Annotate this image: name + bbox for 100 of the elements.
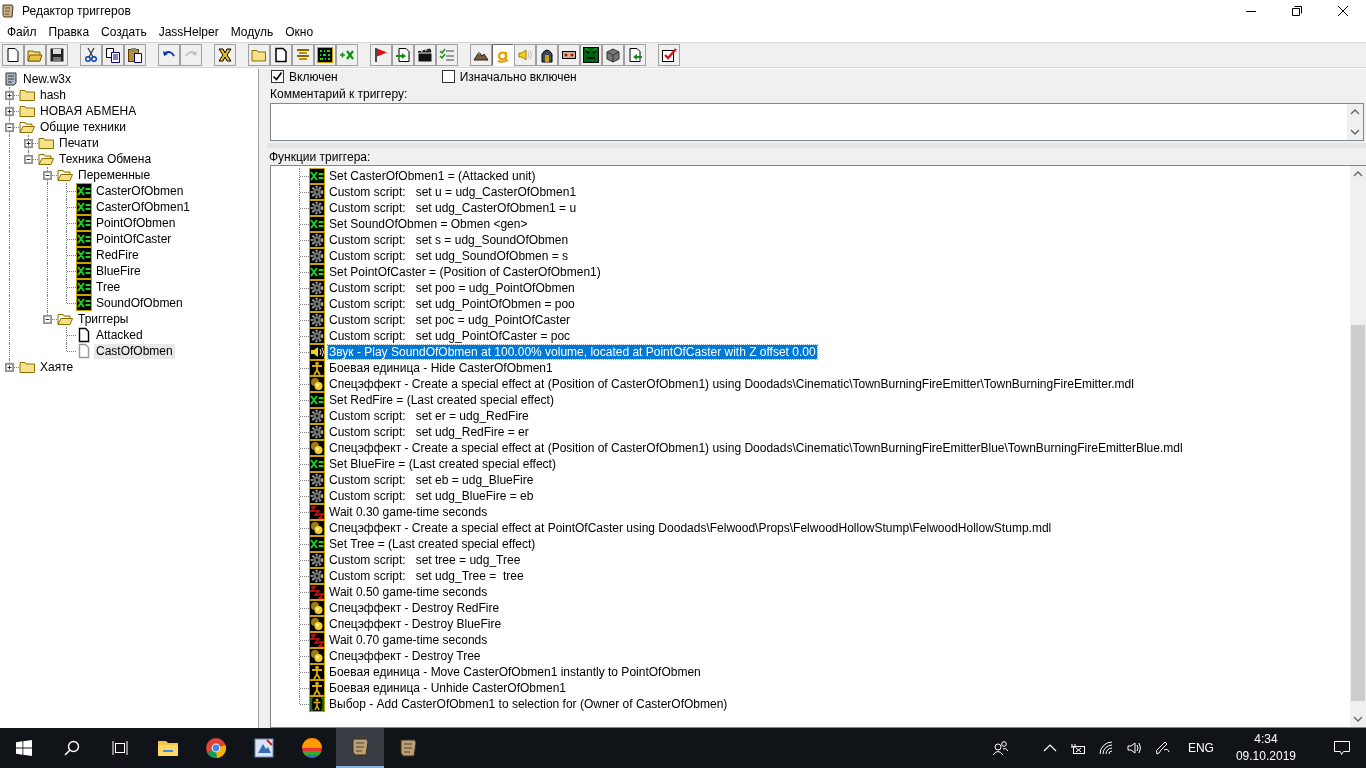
scrollbar-thumb[interactable]: [1351, 325, 1365, 701]
action-item[interactable]: Custom script: set u = udg_CasterOfObmen1: [328, 185, 578, 199]
toolbar-button[interactable]: [558, 44, 580, 66]
action-item[interactable]: Спецэффект - Create a special effect at (Position of CasterOfObmen1) using Doodads\Cinematic\TownBurningFireEmitter\TownBurningFireEmitter.mdl: [328, 377, 1135, 391]
action-item[interactable]: Wait 0.50 game-time seconds: [328, 585, 489, 599]
toolbar-button[interactable]: [536, 44, 558, 66]
toolbar-button[interactable]: [580, 44, 602, 66]
action-item[interactable]: Custom script: set udg_CasterOfObmen1 = u: [328, 201, 578, 215]
action-item[interactable]: Set CasterOfObmen1 = (Attacked unit): [328, 169, 537, 183]
expand-icon[interactable]: [5, 363, 14, 372]
tree-item[interactable]: Общие техники: [38, 119, 128, 135]
action-item[interactable]: Спецэффект - Destroy BlueFire: [328, 617, 503, 631]
tree-item[interactable]: Техника Обмена: [57, 151, 154, 167]
action-item[interactable]: Custom script: set udg_BlueFire = eb: [328, 489, 535, 503]
language-indicator[interactable]: ENG: [1187, 741, 1214, 755]
action-item[interactable]: Спецэффект - Create a special effect at PointOfCaster using Doodads\Felwood\Props\FelwoodHollowStump\FelwoodHollowStump.mdl: [328, 521, 1053, 535]
scrollbar[interactable]: [1347, 104, 1363, 140]
comment-field[interactable]: [270, 103, 1364, 141]
action-item[interactable]: Wait 0.70 game-time seconds: [328, 633, 489, 647]
action-item[interactable]: Custom script: set poc = udg_PointOfCaster: [328, 313, 572, 327]
tree-item[interactable]: PointOfCaster: [94, 231, 174, 247]
toolbar-button[interactable]: [2, 44, 24, 66]
action-item[interactable]: Боевая единица - Unhide CasterOfObmen1: [328, 681, 568, 695]
checkbox-label[interactable]: Включен: [289, 69, 338, 84]
tree-item[interactable]: PointOfObmen: [94, 215, 178, 231]
tree-item[interactable]: Печати: [57, 135, 101, 151]
action-item[interactable]: Set RedFire = (Last created special effect): [328, 393, 555, 407]
toolbar-button[interactable]: [414, 44, 436, 66]
action-item[interactable]: Спецэффект - Destroy Tree: [328, 649, 482, 663]
toolbar-button[interactable]: [270, 44, 292, 66]
search-icon: [64, 740, 80, 756]
action-item[interactable]: Custom script: set udg_Tree = tree: [328, 569, 525, 583]
tree-item[interactable]: CastOfObmen: [94, 343, 175, 359]
expand-icon[interactable]: [5, 91, 14, 100]
toolbar-button[interactable]: [370, 44, 392, 66]
tree-item[interactable]: hash: [38, 87, 69, 103]
action-item[interactable]: Set Tree = (Last created special effect): [328, 537, 537, 551]
collapse-icon[interactable]: [5, 123, 14, 132]
toolbar-button[interactable]: [602, 44, 624, 66]
tree-item[interactable]: Хаяте: [38, 359, 76, 375]
menu-item[interactable]: Файл: [1, 25, 43, 39]
expand-icon[interactable]: [5, 107, 14, 116]
taskbar-app[interactable]: [336, 728, 384, 768]
action-item[interactable]: Set SoundOfObmen = Obmen <gen>: [328, 217, 529, 231]
collapse-icon[interactable]: [43, 315, 52, 324]
toolbar-button[interactable]: [314, 44, 336, 66]
collapse-icon[interactable]: [43, 171, 52, 180]
toolbar-button[interactable]: [470, 44, 492, 66]
tree-item[interactable]: SoundOfObmen: [94, 295, 185, 311]
toolbar-button[interactable]: [102, 44, 124, 66]
action-item[interactable]: Custom script: set udg_PointOfCaster = poc: [328, 329, 572, 343]
action-item[interactable]: Боевая единица - Hide CasterOfObmen1: [328, 361, 554, 375]
checkbox[interactable]: [271, 70, 284, 83]
action-item[interactable]: Custom script: set udg_PointOfObmen = poo: [328, 297, 576, 311]
clock-time[interactable]: 4:34: [1254, 731, 1278, 748]
tree-item[interactable]: Tree: [94, 279, 123, 295]
tree-item[interactable]: New.w3x: [21, 71, 74, 87]
menu-item[interactable]: JassHelper: [152, 25, 225, 39]
toolbar-button[interactable]: [80, 44, 102, 66]
action-item[interactable]: Wait 0.30 game-time seconds: [328, 505, 489, 519]
tree-item[interactable]: НОВАЯ АБМЕНА: [38, 103, 139, 119]
tree-item[interactable]: Attacked: [94, 327, 145, 343]
action-item[interactable]: Custom script: set er = udg_RedFire: [328, 409, 530, 423]
menu-item[interactable]: Правка: [42, 25, 96, 39]
action-item[interactable]: Custom script: set tree = udg_Tree: [328, 553, 522, 567]
toolbar-button[interactable]: [124, 44, 146, 66]
action-item[interactable]: Боевая единица - Move CasterOfObmen1 instantly to PointOfObmen: [328, 665, 702, 679]
action-item[interactable]: Выбор - Add CasterOfObmen1 to selection for (Owner of CasterOfObmen): [328, 697, 729, 711]
checkbox-label[interactable]: Изначально включен: [459, 69, 577, 84]
clock-date[interactable]: 09.10.2019: [1235, 748, 1296, 765]
action-item[interactable]: Set BlueFire = (Last created special effect): [328, 457, 557, 471]
action-item[interactable]: Custom script: set udg_SoundOfObmen = s: [328, 249, 570, 263]
action-item[interactable]: Спецэффект - Destroy RedFire: [328, 601, 501, 615]
tree-item[interactable]: CasterOfObmen1: [94, 199, 193, 215]
tree-item[interactable]: RedFire: [94, 247, 141, 263]
action-item[interactable]: Set PointOfCaster = (Position of CasterOfObmen1): [328, 265, 602, 279]
tree-item[interactable]: BlueFire: [94, 263, 143, 279]
action-item[interactable]: Custom script: set eb = udg_BlueFire: [328, 473, 535, 487]
checkbox[interactable]: [441, 70, 455, 83]
action-item[interactable]: Custom script: set poo = udg_PointOfObmen: [328, 281, 576, 295]
tree-item[interactable]: Переменные: [76, 167, 153, 183]
toolbar-button[interactable]: [624, 44, 646, 66]
action-item[interactable]: Спецэффект - Create a special effect at (Position of CasterOfObmen1) using Doodads\Cinematic\TownBurningFireEmitterBlue\TownBurningFireEmitterBlue.mdl: [328, 441, 1184, 455]
expand-icon[interactable]: [24, 139, 33, 148]
collapse-icon[interactable]: [24, 155, 33, 164]
action-item[interactable]: Custom script: set s = udg_SoundOfObmen: [328, 233, 570, 247]
figure-icon: [309, 360, 325, 376]
toolbar-button[interactable]: [46, 44, 68, 66]
toolbar-button[interactable]: [214, 44, 236, 66]
action-item[interactable]: Custom script: set udg_RedFire = er: [328, 425, 530, 439]
menu-item[interactable]: Создать: [95, 25, 153, 39]
toolbar-button[interactable]: [658, 44, 680, 66]
menu-item[interactable]: Модуль: [224, 25, 280, 39]
scrollbar[interactable]: [1350, 166, 1366, 727]
toolbar-button[interactable]: [158, 44, 180, 66]
tree-item[interactable]: CasterOfObmen: [94, 183, 186, 199]
toolbar-button[interactable]: [392, 44, 414, 66]
tree-item[interactable]: Триггеры: [76, 311, 131, 327]
action-item[interactable]: Звук - Play SoundOfObmen at 100.00% volume, located at PointOfCaster with Z offset 0.00: [328, 345, 817, 359]
menu-item[interactable]: Окно: [279, 25, 320, 39]
